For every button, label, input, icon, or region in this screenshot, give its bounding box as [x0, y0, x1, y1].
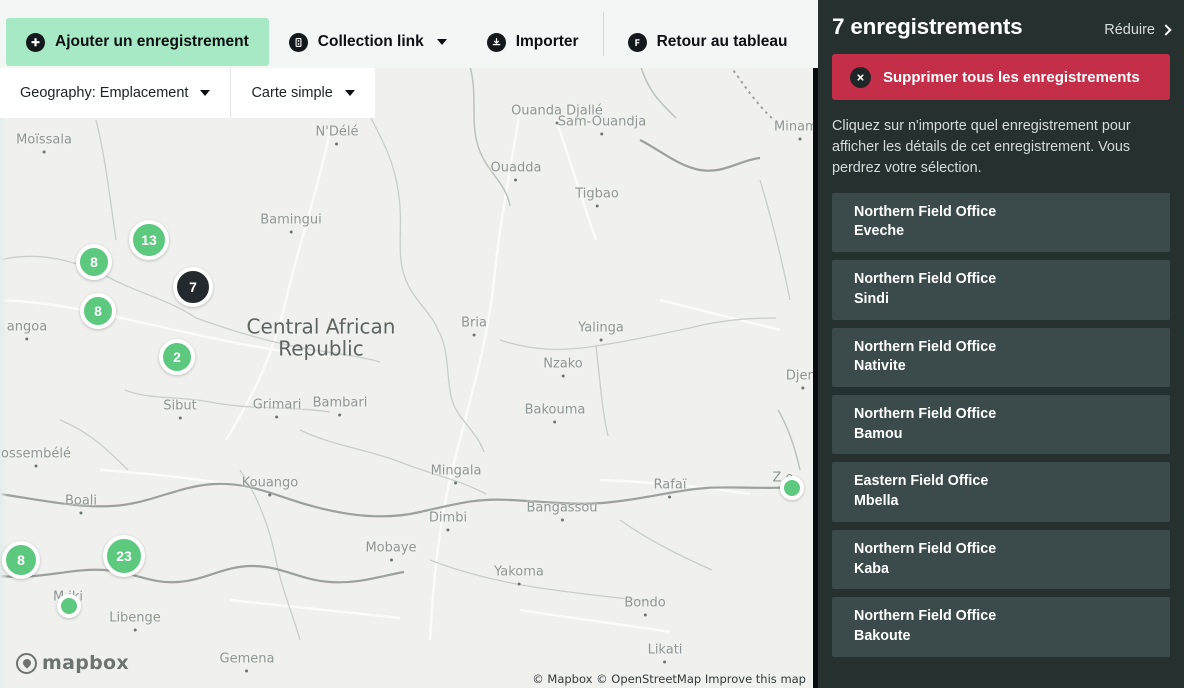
- import-label: Importer: [515, 33, 579, 50]
- add-record-button[interactable]: Ajouter un enregistrement: [6, 18, 269, 66]
- map-cluster-marker[interactable]: 23: [103, 535, 145, 577]
- map-cluster-marker[interactable]: 8: [80, 293, 116, 329]
- table-badge-icon: [627, 32, 647, 52]
- sidebar-help-text: Cliquez sur n'importe quel enregistremen…: [832, 118, 1131, 176]
- record-name: Nativite: [854, 358, 906, 375]
- delete-all-records-label: Supprimer tous les enregistrements: [883, 68, 1140, 86]
- record-office: Northern Field Office: [854, 203, 997, 220]
- map-cluster-marker[interactable]: [780, 476, 804, 500]
- record-list-item[interactable]: Northern Field Office Bamou: [832, 394, 1170, 455]
- back-to-table-button[interactable]: Retour au tableau: [608, 18, 808, 66]
- collapse-label: Réduire: [1104, 22, 1155, 38]
- map-cluster-marker[interactable]: 8: [76, 244, 112, 280]
- chevron-down-icon: [436, 39, 447, 45]
- record-list-item[interactable]: Northern Field Office Sindi: [832, 260, 1170, 320]
- record-name: Kaba: [854, 560, 889, 577]
- record-office: Northern Field Office: [854, 338, 997, 355]
- sidebar-header: 7 enregistrements Réduire: [828, 0, 1174, 40]
- record-list-item[interactable]: Eastern Field Office Mbella: [832, 462, 1170, 522]
- collapse-sidebar-button[interactable]: Réduire: [1104, 22, 1172, 38]
- chevron-down-icon: [200, 90, 211, 96]
- record-name: Bakoute: [854, 627, 911, 644]
- collection-link-button[interactable]: Collection link: [269, 18, 467, 66]
- records-list[interactable]: Northern Field Office Eveche Northern Fiel…: [828, 192, 1174, 657]
- record-name: Sindi: [854, 290, 889, 307]
- app-root: Central African Republic Ouanda Djallé Sa…: [0, 0, 1184, 688]
- mapbox-logo[interactable]: mapbox: [16, 652, 129, 674]
- toolbar: Ajouter un enregistrement Collection lin…: [0, 0, 818, 68]
- map-cluster-marker[interactable]: 13: [129, 220, 169, 260]
- record-name: Bamou: [854, 425, 903, 442]
- chevron-down-icon: [344, 90, 355, 96]
- record-name: Mbella: [854, 493, 899, 510]
- records-sidebar: 7 enregistrements Réduire Supprimer tous…: [818, 0, 1184, 688]
- record-office: Eastern Field Office: [854, 473, 989, 490]
- basemap-label: Carte simple: [251, 85, 333, 101]
- map-cluster-marker-selected[interactable]: 7: [173, 267, 213, 307]
- record-office: Northern Field Office: [854, 540, 997, 557]
- map-cluster-marker[interactable]: [57, 594, 81, 618]
- geography-filter-label: Geography: Emplacement: [20, 85, 189, 101]
- chevron-right-icon: [1160, 24, 1172, 36]
- delete-all-records-button[interactable]: Supprimer tous les enregistrements: [832, 54, 1170, 100]
- collection-badge-icon: [288, 32, 308, 52]
- geography-filter-dropdown[interactable]: Geography: Emplacement: [0, 68, 231, 118]
- record-list-item[interactable]: Northern Field Office Bakoute: [832, 597, 1170, 657]
- collection-link-label: Collection link: [317, 33, 424, 50]
- record-list-item[interactable]: Northern Field Office Kaba: [832, 529, 1170, 590]
- import-button[interactable]: Importer: [467, 18, 599, 66]
- map-attribution[interactable]: © Mapbox © OpenStreetMap Improve this ma…: [532, 672, 806, 686]
- map-cluster-marker[interactable]: 8: [2, 541, 40, 579]
- record-name: Eveche: [854, 223, 905, 240]
- map-cluster-marker[interactable]: 2: [159, 339, 195, 375]
- record-office: Northern Field Office: [854, 608, 997, 625]
- close-circle-icon: [850, 66, 871, 88]
- records-count-title: 7 enregistrements: [832, 14, 1023, 39]
- basemap-dropdown[interactable]: Carte simple: [231, 68, 375, 118]
- mapbox-mark-icon: [16, 652, 37, 674]
- record-list-item[interactable]: Northern Field Office Nativite: [832, 327, 1170, 387]
- toolbar-divider: [602, 12, 604, 56]
- record-office: Northern Field Office: [854, 405, 997, 422]
- back-to-table-label: Retour au tableau: [656, 33, 788, 50]
- import-badge-icon: [486, 32, 506, 52]
- record-office: Northern Field Office: [854, 271, 997, 288]
- plus-circle-icon: [26, 32, 45, 52]
- add-record-label: Ajouter un enregistrement: [55, 33, 249, 50]
- record-list-item[interactable]: Northern Field Office Eveche: [832, 192, 1170, 253]
- mapbox-wordmark: mapbox: [42, 652, 129, 674]
- filter-bar: Geography: Emplacement Carte simple: [0, 68, 375, 118]
